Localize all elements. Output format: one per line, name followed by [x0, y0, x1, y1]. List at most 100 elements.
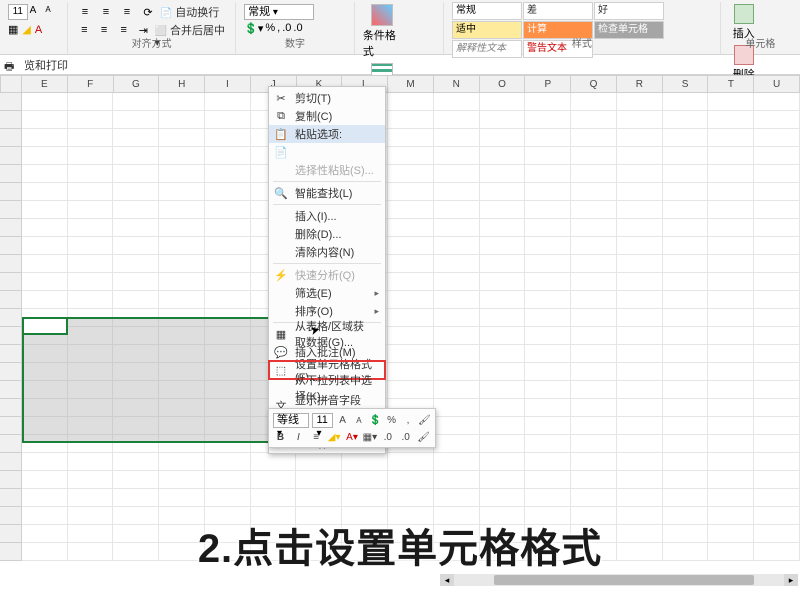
- grid-cell[interactable]: [525, 111, 571, 129]
- grid-cell[interactable]: [571, 363, 617, 381]
- grid-cell[interactable]: [68, 93, 114, 111]
- grid-cell[interactable]: [525, 417, 571, 435]
- grid-cell[interactable]: [113, 129, 159, 147]
- grid-cell[interactable]: [708, 255, 754, 273]
- grid-cell[interactable]: [434, 309, 480, 327]
- grid-cell[interactable]: [159, 399, 205, 417]
- grid-cell[interactable]: [159, 471, 205, 489]
- grid-cell[interactable]: [754, 309, 800, 327]
- grid-cell[interactable]: [663, 435, 709, 453]
- grid-cell[interactable]: [617, 273, 663, 291]
- grid-cell[interactable]: [22, 129, 68, 147]
- grid-cell[interactable]: [434, 93, 480, 111]
- grid-cell[interactable]: [205, 471, 251, 489]
- grid-cell[interactable]: [296, 471, 342, 489]
- grid-cell[interactable]: [754, 381, 800, 399]
- grid-cell[interactable]: [663, 219, 709, 237]
- row-header[interactable]: [0, 417, 22, 435]
- grid-cell[interactable]: [663, 381, 709, 399]
- grid-cell[interactable]: [68, 471, 114, 489]
- grid-cell[interactable]: [205, 489, 251, 507]
- grid-cell[interactable]: [205, 93, 251, 111]
- mini-dec-decimal-icon[interactable]: .0: [398, 430, 413, 445]
- print-preview-icon[interactable]: 🖶: [4, 58, 18, 72]
- grid-cell[interactable]: [708, 201, 754, 219]
- grid-cell[interactable]: [754, 417, 800, 435]
- grid-cell[interactable]: [480, 255, 526, 273]
- grid-cell[interactable]: [617, 129, 663, 147]
- grid-cell[interactable]: [525, 273, 571, 291]
- grid-cell[interactable]: [68, 345, 114, 363]
- grid-cell[interactable]: [68, 453, 114, 471]
- column-header[interactable]: G: [114, 76, 160, 92]
- grid-cell[interactable]: [113, 165, 159, 183]
- conditional-format-button[interactable]: 条件格式: [363, 4, 401, 59]
- grid-cell[interactable]: [159, 327, 205, 345]
- grid-cell[interactable]: [525, 255, 571, 273]
- grid-cell[interactable]: [159, 129, 205, 147]
- mini-increase-font-icon[interactable]: A: [336, 413, 349, 428]
- grid-cell[interactable]: [68, 111, 114, 129]
- grid-cell[interactable]: [571, 111, 617, 129]
- grid-cell[interactable]: [754, 273, 800, 291]
- grid-cell[interactable]: [754, 291, 800, 309]
- grid-cell[interactable]: [388, 201, 434, 219]
- grid-cell[interactable]: [480, 237, 526, 255]
- grid-cell[interactable]: [22, 183, 68, 201]
- grid-cell[interactable]: [754, 345, 800, 363]
- grid-cell[interactable]: [525, 435, 571, 453]
- grid-cell[interactable]: [571, 165, 617, 183]
- grid-cell[interactable]: [113, 219, 159, 237]
- grid-cell[interactable]: [22, 435, 68, 453]
- grid-cell[interactable]: [708, 435, 754, 453]
- grid-cell[interactable]: [434, 165, 480, 183]
- row-header[interactable]: [0, 219, 22, 237]
- row-header[interactable]: [0, 255, 22, 273]
- grid-cell[interactable]: [22, 417, 68, 435]
- grid-cell[interactable]: [68, 255, 114, 273]
- grid-cell[interactable]: [754, 165, 800, 183]
- grid-cell[interactable]: [754, 93, 800, 111]
- column-header[interactable]: F: [68, 76, 114, 92]
- row-header[interactable]: [0, 327, 22, 345]
- grid-cell[interactable]: [617, 471, 663, 489]
- grid-cell[interactable]: [571, 435, 617, 453]
- grid-cell[interactable]: [525, 201, 571, 219]
- scroll-thumb[interactable]: [494, 575, 754, 585]
- row-header[interactable]: [0, 363, 22, 381]
- style-normal[interactable]: 常规: [452, 2, 522, 20]
- grid-cell[interactable]: [434, 399, 480, 417]
- grid-cell[interactable]: [159, 345, 205, 363]
- decrease-decimal-icon[interactable]: .0: [293, 22, 302, 35]
- grid-cell[interactable]: [663, 399, 709, 417]
- mini-format-painter-icon[interactable]: 🖌: [418, 413, 431, 428]
- column-header[interactable]: N: [434, 76, 480, 92]
- grid-cell[interactable]: [480, 489, 526, 507]
- row-header[interactable]: [0, 345, 22, 363]
- grid-cell[interactable]: [571, 237, 617, 255]
- grid-cell[interactable]: [388, 183, 434, 201]
- column-header[interactable]: E: [22, 76, 68, 92]
- grid-cell[interactable]: [480, 201, 526, 219]
- mini-align-icon[interactable]: ≡: [309, 430, 324, 445]
- grid-cell[interactable]: [388, 471, 434, 489]
- grid-cell[interactable]: [434, 453, 480, 471]
- grid-cell[interactable]: [617, 201, 663, 219]
- grid-cell[interactable]: [525, 309, 571, 327]
- grid-cell[interactable]: [159, 201, 205, 219]
- mini-font-color-icon[interactable]: A▾: [345, 430, 360, 445]
- grid-cell[interactable]: [708, 363, 754, 381]
- grid-cell[interactable]: [113, 489, 159, 507]
- grid-cell[interactable]: [708, 417, 754, 435]
- grid-cell[interactable]: [68, 381, 114, 399]
- grid-cell[interactable]: [388, 327, 434, 345]
- column-header[interactable]: M: [388, 76, 434, 92]
- grid-cell[interactable]: [617, 237, 663, 255]
- grid-cell[interactable]: [480, 147, 526, 165]
- grid-cell[interactable]: [22, 201, 68, 219]
- fill-color-icon[interactable]: ◢: [22, 23, 30, 36]
- grid-cell[interactable]: [617, 147, 663, 165]
- grid-cell[interactable]: [617, 219, 663, 237]
- mini-font-name[interactable]: 等线 ▾: [273, 413, 309, 428]
- grid-cell[interactable]: [571, 399, 617, 417]
